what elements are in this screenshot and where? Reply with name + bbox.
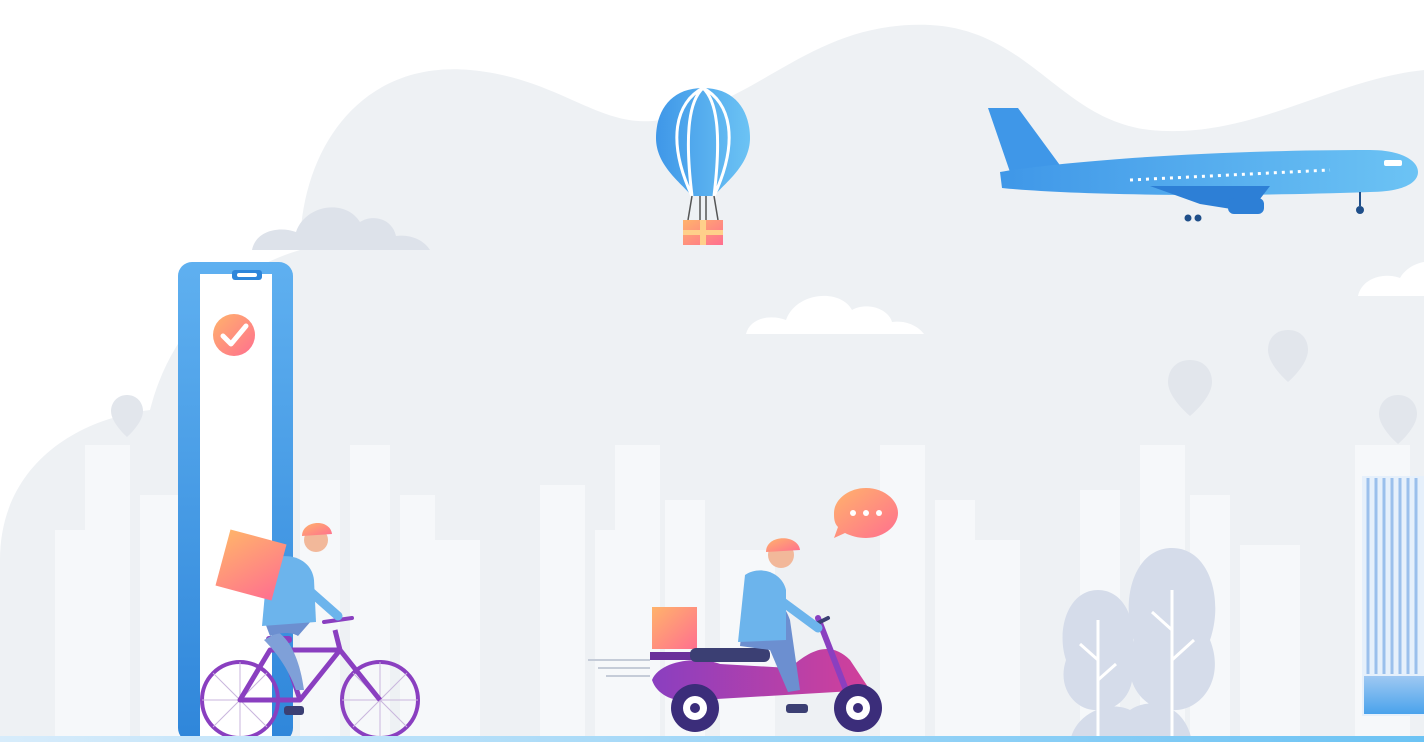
building-icon <box>1362 476 1424 716</box>
check-circle-icon <box>213 314 255 356</box>
delivery-illustration <box>0 24 1424 742</box>
chat-bubble-icon <box>834 488 898 538</box>
ground-strip <box>0 736 1424 742</box>
